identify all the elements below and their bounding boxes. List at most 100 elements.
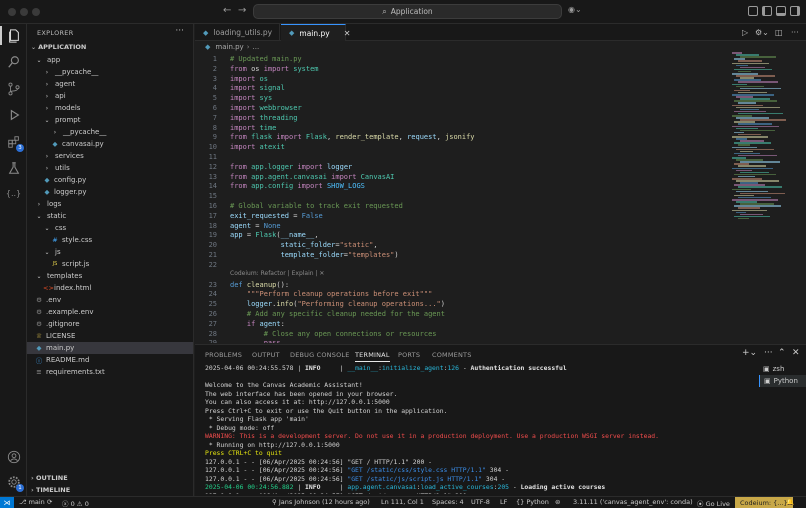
file-tree-item[interactable]: # style.css [27,234,193,246]
breadcrumb-rest[interactable]: ... [253,43,260,51]
workspace-root-label: APPLICATION [38,43,87,51]
encoding-status[interactable]: UTF-8 [471,498,490,506]
maximize-window-button[interactable] [32,8,40,16]
breadcrumb-file[interactable]: main.py [215,43,243,51]
file-tree-item[interactable]: › api [27,90,193,102]
file-tree-item[interactable]: ◆ main.py [27,342,193,354]
file-tree-item[interactable]: <> index.html [27,282,193,294]
panel-tab-problems[interactable]: PROBLEMS [205,351,242,359]
explorer-icon[interactable] [0,26,21,45]
editor-scrollbar[interactable] [800,52,806,344]
language-status[interactable]: {} Python [516,498,549,506]
file-tree-item[interactable]: ⌄ prompt [27,114,193,126]
code-token: flask [251,133,273,142]
toggle-secondary-sidebar-icon[interactable] [790,6,800,16]
more-actions-icon[interactable]: ··· [175,26,184,36]
file-tree-item[interactable]: › agent [27,78,193,90]
code-token: def [230,280,243,289]
file-tree-item[interactable]: › services [27,150,193,162]
bell-icon[interactable]: 🔔 [786,498,794,506]
eol-status[interactable]: LF [500,498,507,506]
file-tree-item[interactable]: ⌄ app [27,54,193,66]
source-control-icon[interactable] [6,81,21,96]
search-icon[interactable] [6,54,21,69]
maximize-panel-icon[interactable]: ⌃ [778,348,786,358]
codeium-status[interactable]: Codeium: {...} [735,497,793,508]
more-actions-icon[interactable]: ··· [791,28,799,37]
file-tree-item[interactable]: ≡ requirements.txt [27,366,193,378]
file-tree-item[interactable]: ◆ config.py [27,174,193,186]
code-line: 15 [195,191,715,201]
file-tree-item[interactable]: ♕ LICENSE [27,330,193,342]
file-tree-item[interactable]: › models [27,102,193,114]
panel-tab-debug-console[interactable]: DEBUG CONSOLE [290,351,350,359]
split-editor-icon[interactable]: ◫ [775,28,783,37]
indentation-status[interactable]: Spaces: 4 [432,498,464,506]
file-tree-item[interactable]: ⚙ .gitignore [27,318,193,330]
file-tree-item[interactable]: › utils [27,162,193,174]
json-braces-icon[interactable]: {..} [6,186,21,201]
close-window-button[interactable] [8,8,16,16]
branch-status[interactable]: ⎇ main ⟳ [19,498,52,506]
file-tree-item[interactable]: ⌄ css [27,222,193,234]
codeium-code-lens[interactable]: Codeium: Refactor | Explain | ✕ [230,270,324,277]
forward-arrow-icon[interactable]: → [238,5,246,16]
close-panel-icon[interactable]: ✕ [792,348,800,358]
file-tree-item[interactable]: ◆ logger.py [27,186,193,198]
file-tree-label: prompt [55,116,81,124]
panel-tab-comments[interactable]: COMMENTS [432,351,472,359]
timeline-section[interactable]: › TIMELINE [31,486,70,494]
testing-icon[interactable] [6,160,21,175]
python-file-icon: ◆ [36,344,42,352]
git-compare-icon[interactable]: ⚙⌄ [755,28,769,37]
back-arrow-icon[interactable]: ← [223,5,231,16]
panel-tab-output[interactable]: OUTPUT [252,351,280,359]
code-editor[interactable]: 1 # Updated main.py 2 from os import system… [195,52,725,343]
file-tree-item[interactable]: ⌄ static [27,210,193,222]
account-icon[interactable] [6,449,21,464]
panel-tab-terminal[interactable]: TERMINAL [355,351,390,362]
file-tree-item[interactable]: › __pycache__ [27,126,193,138]
run-debug-icon[interactable] [6,107,21,122]
outline-section[interactable]: › OUTLINE [31,474,68,482]
file-tree-item[interactable]: ⌄ js [27,246,193,258]
remote-indicator-icon[interactable]: ⋊ [0,497,14,508]
file-tree-item[interactable]: ⚙ .example.env [27,306,193,318]
more-actions-icon[interactable]: ··· [764,348,773,358]
run-file-icon[interactable]: ▷ [742,28,748,37]
copilot-status-icon[interactable]: ⊜ [555,498,560,506]
git-blame-status[interactable]: ⚲ Jans Johnson (12 hours ago) [272,498,370,506]
minimap[interactable] [732,52,800,222]
copilot-icon[interactable]: ◉⌄ [568,5,582,14]
customize-layout-icon[interactable] [748,6,758,16]
interpreter-status[interactable]: 3.11.11 ('canvas_agent_env': conda) [573,498,693,506]
extensions-icon[interactable]: 3 [6,134,24,152]
cursor-position[interactable]: Ln 111, Col 1 [381,498,424,506]
file-tree-item[interactable]: JS script.js [27,258,193,270]
toggle-sidebar-icon[interactable] [762,6,772,16]
file-tree-item[interactable]: ⌄ templates [27,270,193,282]
toggle-panel-icon[interactable] [776,6,786,16]
file-tree-item[interactable]: › __pycache__ [27,66,193,78]
file-tree-item[interactable]: ⚙ .env [27,294,193,306]
close-tab-icon[interactable]: ✕ [344,29,351,38]
file-tree-item[interactable]: › logs [27,198,193,210]
terminal-item-zsh[interactable]: ▣ zsh [759,363,806,375]
manage-gear-icon[interactable]: 1 [6,474,24,492]
minimap-line [738,217,749,220]
new-terminal-icon[interactable]: +⌄ [742,348,757,358]
terminal-output[interactable]: 2025-04-06 00:24:55.578 | INFO | __main_… [205,364,753,494]
terminal-item-python[interactable]: ▣ Python [759,375,806,387]
panel-tab-ports[interactable]: PORTS [398,351,420,359]
problems-status[interactable]: ⓧ 0 ⚠ 0 [62,498,89,508]
file-tree-item[interactable]: ◆ canvasai.py [27,138,193,150]
tab-loading-utils[interactable]: ◆ loading_utils.py [195,24,280,41]
file-tree-item[interactable]: ⓘ README.md [27,354,193,366]
minimize-window-button[interactable] [20,8,28,16]
workspace-root[interactable]: ⌄ APPLICATION [31,43,86,51]
code-token: ) [440,300,445,309]
explorer-sidebar: EXPLORER ··· ⌄ APPLICATION ⌄ app › __pycach… [27,24,194,496]
go-live-status[interactable]: ⦿ Go Live [697,498,730,508]
command-center[interactable]: ⌕ Application [253,4,562,19]
tab-main-py[interactable]: ◆ main.py ✕ [281,24,350,41]
